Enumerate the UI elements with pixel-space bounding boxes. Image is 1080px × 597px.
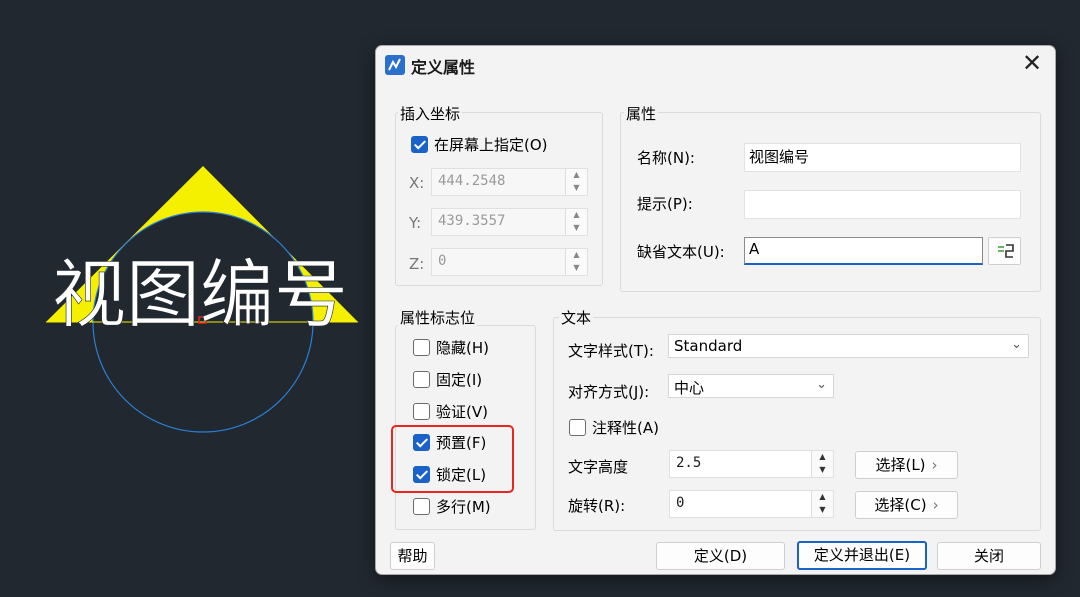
select-rotation-button[interactable]: 选择(C) › [855,491,958,519]
attribute-group-title: 属性 [624,103,659,124]
flag-invisible-label: 隐藏(H) [436,339,489,357]
text-height-spinner[interactable]: 2.5 ▲ ▼ [669,450,834,478]
specify-on-screen-label: 在屏幕上指定(O) [434,136,548,154]
close-icon[interactable]: ✕ [1019,51,1045,77]
spin-up-icon[interactable]: ▲ [566,249,587,262]
text-settings-group-title: 文本 [559,307,594,328]
default-text-input[interactable]: A [744,237,983,265]
chevron-down-icon: ⌄ [1011,337,1022,352]
flag-multiline-label: 多行(M) [436,498,491,516]
select-height-label: 选择(L) [875,456,926,474]
z-label: Z: [409,255,425,273]
checkbox-box [413,339,430,356]
rotation-spinner[interactable]: 0 ▲ ▼ [669,490,834,518]
chevron-down-icon: ⌄ [816,377,827,392]
flag-multiline-checkbox[interactable]: 多行(M) [413,496,491,517]
justification-select[interactable]: 中心 ⌄ [668,374,834,398]
checkbox-box [413,371,430,388]
justification-label: 对齐方式(J): [568,383,650,401]
highlight-annotation-box [391,425,514,493]
spin-up-icon[interactable]: ▲ [566,169,587,182]
flag-invisible-checkbox[interactable]: 隐藏(H) [413,337,489,358]
spin-down-icon[interactable]: ▼ [566,222,587,235]
text-style-value: Standard [674,337,743,355]
name-input[interactable]: 视图编号 [744,143,1021,172]
default-text-label: 缺省文本(U): [637,243,725,261]
insert-point-group-title: 插入坐标 [398,103,463,124]
x-coordinate-value: 444.2548 [438,173,506,189]
spin-up-icon[interactable]: ▲ [812,451,833,464]
checkbox-box [413,498,430,515]
chevron-right-icon: › [932,496,939,514]
checkbox-box [411,136,428,153]
rotation-value: 0 [676,495,685,511]
prompt-input[interactable] [744,190,1021,219]
text-height-label: 文字高度 [568,458,629,476]
chevron-right-icon: › [931,456,938,474]
spin-down-icon[interactable]: ▼ [812,504,833,517]
insert-field-button[interactable] [988,237,1021,265]
attribute-flags-group-title: 属性标志位 [398,307,478,328]
spin-down-icon[interactable]: ▼ [566,262,587,275]
spin-up-icon[interactable]: ▲ [812,491,833,504]
spin-up-icon[interactable]: ▲ [566,209,587,222]
drawing-canvas[interactable]: 视图编号 [0,0,370,597]
checkbox-box [569,419,586,436]
justification-value: 中心 [674,379,705,397]
text-height-value: 2.5 [676,455,702,471]
select-rotation-label: 选择(C) [874,496,927,514]
y-coordinate-spinner[interactable]: 439.3557 ▲ ▼ [431,208,588,236]
flag-verify-checkbox[interactable]: 验证(V) [413,401,488,422]
drawing-attribute-text: 视图编号 [52,252,348,338]
specify-on-screen-checkbox[interactable]: 在屏幕上指定(O) [411,134,548,155]
prompt-label: 提示(P): [637,195,693,213]
close-button[interactable]: 关闭 [937,542,1041,570]
text-style-select[interactable]: Standard ⌄ [668,334,1029,358]
name-label: 名称(N): [637,149,695,167]
define-and-exit-button[interactable]: 定义并退出(E) [797,541,927,570]
flag-verify-label: 验证(V) [436,403,488,421]
y-coordinate-value: 439.3557 [438,213,506,229]
z-coordinate-spinner[interactable]: 0 ▲ ▼ [431,248,588,276]
insert-field-icon [998,244,1014,258]
rotation-label: 旋转(R): [568,497,626,515]
help-button[interactable]: 帮助 [390,542,435,570]
app-icon [385,55,405,75]
define-button[interactable]: 定义(D) [656,542,785,570]
x-coordinate-spinner[interactable]: 444.2548 ▲ ▼ [431,168,588,196]
text-style-label: 文字样式(T): [568,342,654,360]
spin-down-icon[interactable]: ▼ [566,182,587,195]
y-label: Y: [409,214,422,232]
annotative-label: 注释性(A) [592,419,659,437]
z-coordinate-value: 0 [438,253,447,269]
dialog-title: 定义属性 [411,58,476,77]
dialog-titlebar[interactable]: 定义属性 ✕ [376,46,1055,84]
flag-constant-label: 固定(I) [436,371,483,389]
spin-down-icon[interactable]: ▼ [812,464,833,477]
annotative-checkbox[interactable]: 注释性(A) [569,417,659,438]
flag-constant-checkbox[interactable]: 固定(I) [413,369,482,390]
checkbox-box [413,403,430,420]
x-label: X: [409,174,425,192]
select-height-button[interactable]: 选择(L) › [855,451,958,479]
